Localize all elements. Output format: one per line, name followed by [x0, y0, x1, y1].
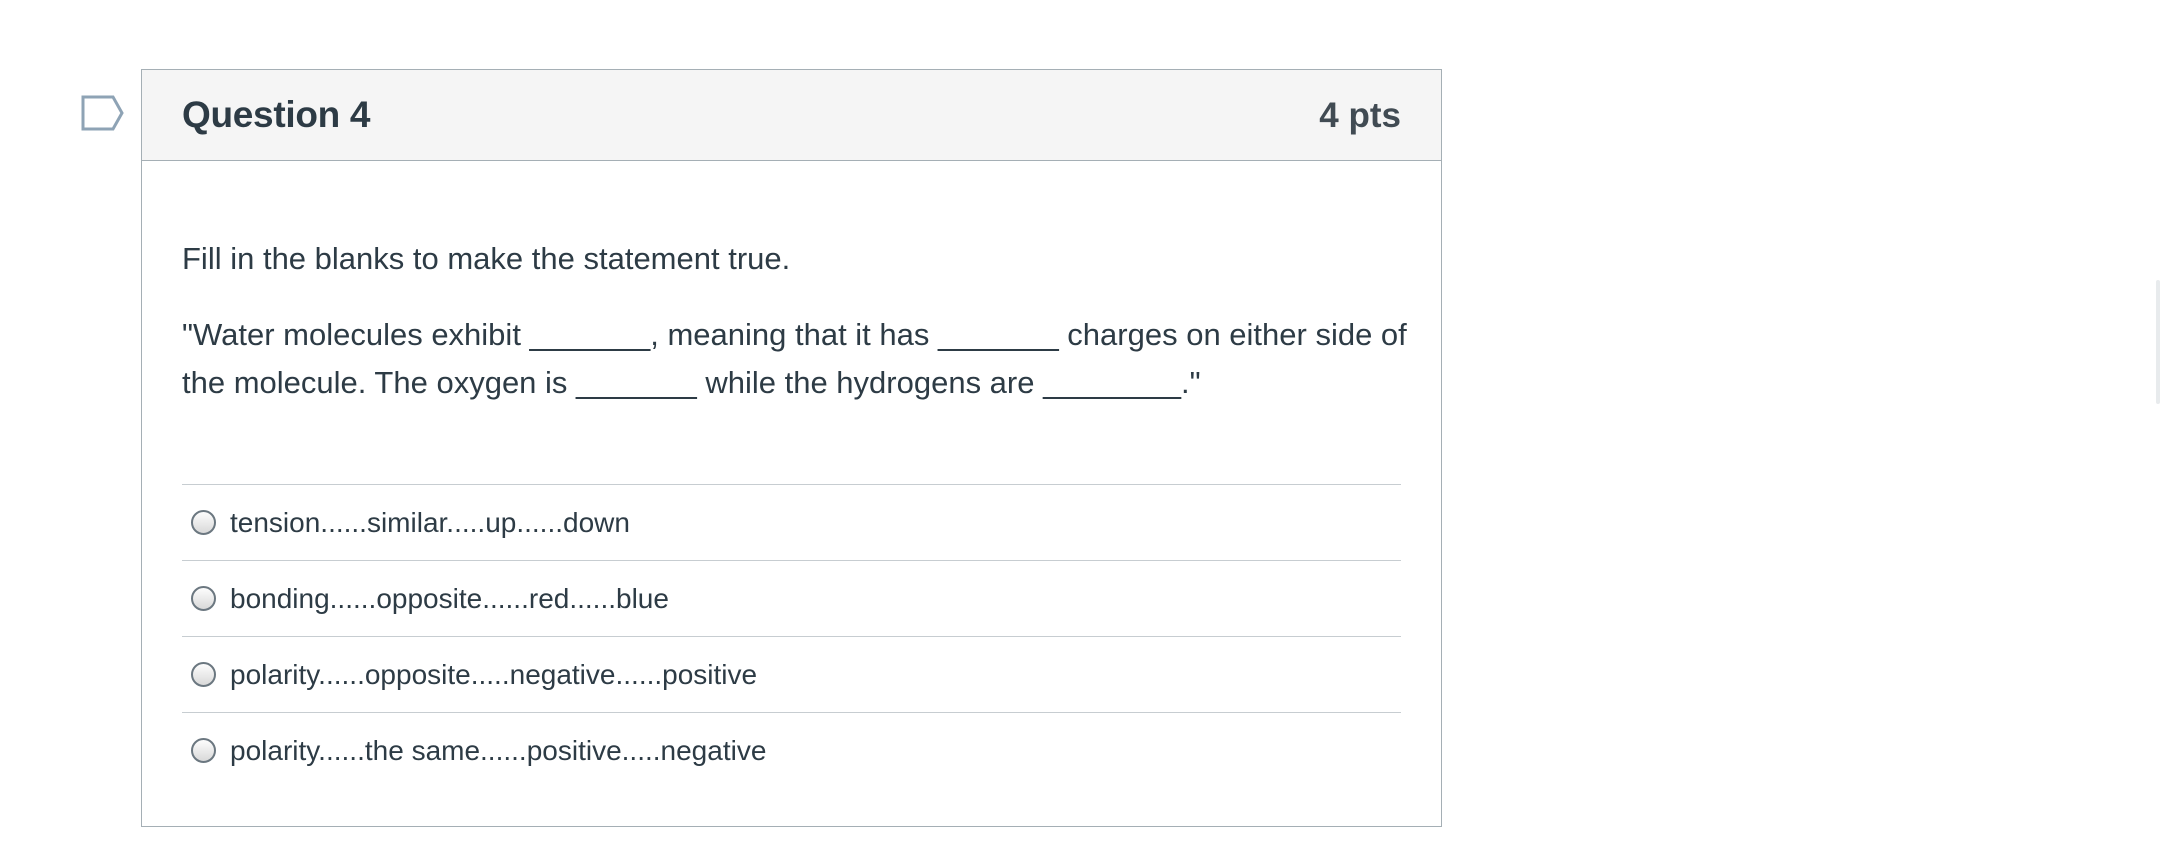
answer-label[interactable]: polarity......the same......positive....… [230, 735, 766, 767]
flag-question-icon[interactable] [81, 95, 125, 131]
scrollbar[interactable] [2156, 280, 2160, 404]
answer-option[interactable]: bonding......opposite......red......blue [182, 560, 1401, 636]
answer-label[interactable]: polarity......opposite.....negative.....… [230, 659, 757, 691]
question-title: Question 4 [182, 94, 371, 135]
radio-button[interactable] [191, 738, 216, 763]
answer-list: tension......similar.....up......down bo… [182, 484, 1401, 788]
radio-button[interactable] [191, 586, 216, 611]
question-points: 4 pts [1319, 96, 1401, 135]
radio-button[interactable] [191, 662, 216, 687]
radio-button[interactable] [191, 510, 216, 535]
answer-label[interactable]: bonding......opposite......red......blue [230, 583, 669, 615]
question-statement: "Water molecules exhibit _______, meanin… [182, 317, 1407, 400]
question-prompt: Fill in the blanks to make the statement… [182, 241, 791, 276]
question-card: Question 4 4 pts Fill in the blanks to m… [141, 69, 1442, 827]
answer-option[interactable]: tension......similar.....up......down [182, 484, 1401, 560]
answer-label[interactable]: tension......similar.....up......down [230, 507, 630, 539]
quiz-page: Question 4 4 pts Fill in the blanks to m… [0, 0, 2160, 858]
answer-option[interactable]: polarity......opposite.....negative.....… [182, 636, 1401, 712]
question-header: Question 4 4 pts [142, 70, 1441, 161]
answer-option[interactable]: polarity......the same......positive....… [182, 712, 1401, 788]
